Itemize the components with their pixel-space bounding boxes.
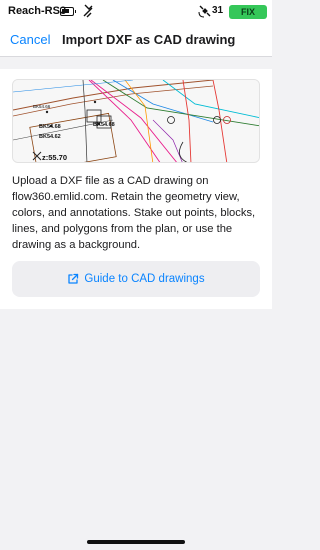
cad-label-bk4: BK54.68 — [93, 122, 115, 128]
cancel-button[interactable]: Cancel — [10, 32, 50, 47]
nav-bar: Cancel Import DXF as CAD drawing — [0, 24, 272, 56]
satellite-icon — [198, 5, 211, 18]
guide-button-label: Guide to CAD drawings — [84, 273, 205, 285]
cad-drawing-preview: BK54.68 BK54.66 BK54.62 BK54.68 z:55.70 — [12, 79, 260, 163]
cad-drawing-illustration: BK54.68 BK54.66 BK54.62 BK54.68 z:55.70 — [13, 80, 259, 162]
top-band — [0, 57, 272, 69]
home-indicator — [87, 540, 185, 544]
battery-icon — [60, 7, 76, 16]
guide-to-cad-drawings-button[interactable]: Guide to CAD drawings — [12, 261, 260, 297]
mute-icon — [83, 4, 93, 18]
fix-status-badge: FIX — [229, 5, 267, 19]
description-text: Upload a DXF file as a CAD drawing on fl… — [12, 175, 256, 251]
cad-label-bk2: BK54.66 — [33, 104, 51, 109]
content-card: BK54.68 BK54.66 BK54.62 BK54.68 z:55.70 … — [0, 69, 272, 309]
satellite-count: 31 — [212, 5, 224, 16]
page-title: Import DXF as CAD drawing — [62, 32, 236, 47]
status-bar: Reach-RS3 31 FIX — [0, 0, 272, 24]
cad-label-bk3: BK54.62 — [39, 134, 61, 140]
device-name: Reach-RS3 — [8, 5, 67, 17]
cad-label-z: z:55.70 — [42, 153, 67, 162]
external-link-icon — [68, 273, 79, 284]
cad-label-bk1: BK54.68 — [39, 124, 61, 130]
